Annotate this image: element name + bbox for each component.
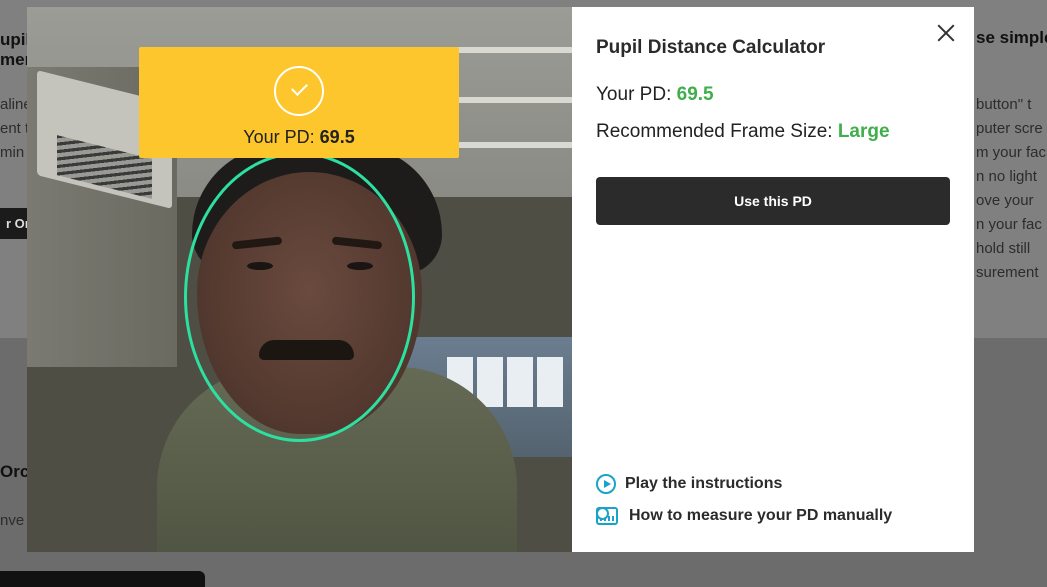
camera-preview: Your PD: 69.5: [27, 7, 572, 552]
ruler-icon: [596, 507, 618, 525]
background-fragment: ent t: [0, 120, 30, 137]
background-fragment: nve: [0, 512, 25, 529]
background-fragment: min: [0, 144, 25, 161]
background-fragment: hold still: [976, 240, 1031, 257]
pd-value: 69.5: [676, 84, 714, 105]
measure-manually-label: How to measure your PD manually: [629, 507, 893, 524]
background-fragment: m your fac: [976, 144, 1047, 161]
measure-manually-link[interactable]: How to measure your PD manually: [596, 507, 892, 525]
use-this-pd-button[interactable]: Use this PD: [596, 177, 950, 225]
pd-label: Your PD:: [596, 84, 672, 105]
results-panel: Pupil Distance Calculator Your PD: 69.5 …: [572, 7, 974, 552]
play-instructions-label: Play the instructions: [625, 475, 783, 492]
background-fragment: n your fac: [976, 216, 1042, 233]
close-icon[interactable]: [934, 21, 958, 45]
modal-title: Pupil Distance Calculator: [596, 37, 826, 58]
badge-pd-text: Your PD: 69.5: [139, 127, 459, 148]
background-fragment: surement: [976, 264, 1039, 281]
pd-row: Your PD: 69.5: [596, 84, 714, 106]
pd-result-badge: Your PD: 69.5: [139, 47, 459, 158]
background-fragment: puter scre: [976, 120, 1043, 137]
frame-size-value: Large: [837, 121, 890, 142]
badge-pd-label: Your PD:: [243, 127, 315, 147]
play-instructions-link[interactable]: Play the instructions: [596, 474, 782, 494]
face-detection-oval: [184, 152, 415, 442]
check-icon: [274, 66, 324, 116]
background-fragment: button" t: [976, 96, 1032, 113]
background-fragment: Orc: [0, 462, 30, 481]
frame-size-row: Recommended Frame Size: Large: [596, 121, 890, 143]
background-bottom-button[interactable]: [0, 571, 205, 587]
badge-pd-value: 69.5: [319, 127, 355, 147]
pd-calculator-modal: Your PD: 69.5 Pupil Distance Calculator …: [27, 7, 974, 552]
background-fragment: ove your: [976, 192, 1034, 209]
background-fragment: n no light: [976, 168, 1037, 185]
play-icon: [596, 474, 616, 494]
frame-size-label: Recommended Frame Size:: [596, 121, 833, 142]
background-fragment: se simple: [976, 28, 1047, 47]
